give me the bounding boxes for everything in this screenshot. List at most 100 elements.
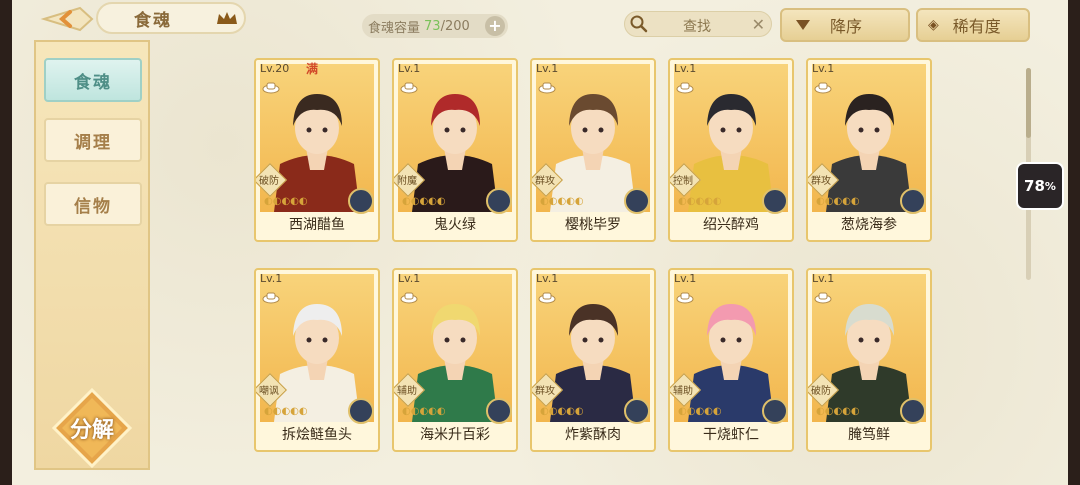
- hat-icon: [400, 292, 418, 304]
- role-label: 控制: [673, 176, 693, 187]
- card-name: 鬼火绿: [434, 217, 476, 233]
- role-label: 群攻: [811, 176, 831, 187]
- card-name: 绍兴醉鸡: [703, 217, 759, 233]
- card-level: Lv.1: [260, 272, 283, 285]
- card-name: 海米升百彩: [420, 427, 490, 443]
- element-badge-icon: [762, 188, 788, 214]
- hat-icon: [400, 82, 418, 94]
- star-rating-icon: ◐◐◐◐◐: [678, 406, 722, 417]
- crown-icon[interactable]: [216, 10, 238, 30]
- card-name: 葱烧海参: [841, 217, 897, 233]
- star-rating-icon: ◐◐◐◐◐: [402, 406, 446, 417]
- card-name: 拆烩鲢鱼头: [282, 427, 352, 443]
- card-name: 西湖醋鱼: [289, 217, 345, 233]
- sort-arrow-icon: [796, 20, 810, 30]
- overlay-unit: %: [1044, 179, 1056, 193]
- capacity-current: 73: [424, 18, 441, 34]
- food-soul-card[interactable]: Lv.20 满 破防 ◐◐◐◐◐ 西湖醋鱼: [254, 58, 380, 242]
- hat-icon: [538, 292, 556, 304]
- food-soul-card[interactable]: Lv.1 控制 ◐◐◐◐◐ 绍兴醉鸡: [668, 58, 794, 242]
- element-badge-icon: [486, 398, 512, 424]
- card-name: 干烧虾仁: [703, 427, 759, 443]
- star-rating-icon: ◐◐◐◐◐: [264, 406, 308, 417]
- sidebar-item-label: 食魂: [74, 72, 112, 93]
- card-level: Lv.1: [536, 62, 559, 75]
- star-rating-icon: ◐◐◐◐◐: [816, 196, 860, 207]
- star-rating-icon: ◐◐◐◐◐: [540, 196, 584, 207]
- hat-icon: [814, 292, 832, 304]
- role-label: 附魔: [397, 176, 417, 187]
- sort-order-button[interactable]: 降序: [780, 8, 910, 42]
- sidebar-item-tokens[interactable]: 信物: [44, 182, 142, 226]
- search-placeholder: 查找: [683, 19, 711, 35]
- food-soul-card[interactable]: Lv.1 群攻 ◐◐◐◐◐ 炸紫酥肉: [530, 268, 656, 452]
- food-soul-card[interactable]: Lv.1 辅助 ◐◐◐◐◐ 干烧虾仁: [668, 268, 794, 452]
- performance-overlay-badge[interactable]: 78%: [1016, 162, 1064, 210]
- hat-icon: [262, 292, 280, 304]
- back-arrow-icon: [40, 6, 94, 32]
- element-badge-icon: [348, 398, 374, 424]
- capacity-label: 食魂容量: [368, 20, 421, 36]
- role-label: 破防: [259, 176, 279, 187]
- food-soul-card[interactable]: Lv.1 嘲讽 ◐◐◐◐◐ 拆烩鲢鱼头: [254, 268, 380, 452]
- capacity-counter: 食魂容量 73 /200 +: [362, 14, 508, 38]
- element-badge-icon: [486, 188, 512, 214]
- food-soul-card[interactable]: Lv.1 破防 ◐◐◐◐◐ 腌笃鲜: [806, 268, 932, 452]
- rarity-icon: ◈: [928, 17, 939, 33]
- search-icon: [630, 15, 648, 33]
- star-rating-icon: ◐◐◐◐◐: [678, 196, 722, 207]
- card-name: 炸紫酥肉: [565, 427, 621, 443]
- star-rating-icon: ◐◐◐◐◐: [402, 196, 446, 207]
- role-label: 破防: [811, 386, 831, 397]
- role-label: 嘲讽: [259, 386, 279, 397]
- hat-icon: [538, 82, 556, 94]
- card-level: Lv.1: [674, 62, 697, 75]
- sidebar-item-label: 调理: [74, 132, 112, 153]
- element-badge-icon: [900, 398, 926, 424]
- card-level: Lv.1: [536, 272, 559, 285]
- food-soul-card[interactable]: Lv.1 附魔 ◐◐◐◐◐ 鬼火绿: [392, 58, 518, 242]
- card-level: Lv.1: [398, 272, 421, 285]
- element-badge-icon: [348, 188, 374, 214]
- hat-icon: [262, 82, 280, 94]
- search-field[interactable]: 查找 ✕: [624, 11, 772, 37]
- sidebar-item-label: 信物: [74, 196, 112, 217]
- decompose-label: 分解: [69, 417, 114, 443]
- star-rating-icon: ◐◐◐◐◐: [264, 196, 308, 207]
- element-badge-icon: [900, 188, 926, 214]
- card-level: Lv.20: [260, 62, 290, 75]
- food-soul-card[interactable]: Lv.1 群攻 ◐◐◐◐◐ 葱烧海参: [806, 58, 932, 242]
- card-level: Lv.1: [812, 272, 835, 285]
- device-right-edge: [1068, 0, 1080, 485]
- capacity-total: /200: [440, 18, 470, 34]
- sidebar-item-food-souls[interactable]: 食魂: [44, 58, 142, 102]
- max-level-badge: 满: [306, 62, 319, 76]
- scrollbar-thumb[interactable]: [1026, 68, 1031, 138]
- hat-icon: [676, 292, 694, 304]
- card-name: 腌笃鲜: [848, 427, 890, 443]
- element-badge-icon: [624, 398, 650, 424]
- back-button[interactable]: [40, 4, 96, 34]
- sort-rarity-button[interactable]: ◈ 稀有度: [916, 8, 1030, 42]
- add-capacity-button[interactable]: +: [485, 16, 505, 36]
- card-name: 樱桃毕罗: [565, 217, 621, 233]
- overlay-percent: 78: [1024, 177, 1045, 195]
- role-label: 群攻: [535, 176, 555, 187]
- sidebar-item-conditioning[interactable]: 调理: [44, 118, 142, 162]
- clear-search-icon[interactable]: ✕: [752, 15, 765, 34]
- decompose-button[interactable]: 分解: [50, 387, 134, 472]
- food-soul-card[interactable]: Lv.1 群攻 ◐◐◐◐◐ 樱桃毕罗: [530, 58, 656, 242]
- sort-rarity-label: 稀有度: [952, 17, 1001, 36]
- star-rating-icon: ◐◐◐◐◐: [816, 406, 860, 417]
- sort-order-label: 降序: [830, 17, 863, 36]
- role-label: 辅助: [397, 386, 417, 397]
- card-level: Lv.1: [398, 62, 421, 75]
- hat-icon: [676, 82, 694, 94]
- page-title: 食魂: [134, 10, 172, 31]
- food-soul-card[interactable]: Lv.1 辅助 ◐◐◐◐◐ 海米升百彩: [392, 268, 518, 452]
- role-label: 群攻: [535, 386, 555, 397]
- element-badge-icon: [624, 188, 650, 214]
- card-level: Lv.1: [812, 62, 835, 75]
- hat-icon: [814, 82, 832, 94]
- role-label: 辅助: [673, 386, 693, 397]
